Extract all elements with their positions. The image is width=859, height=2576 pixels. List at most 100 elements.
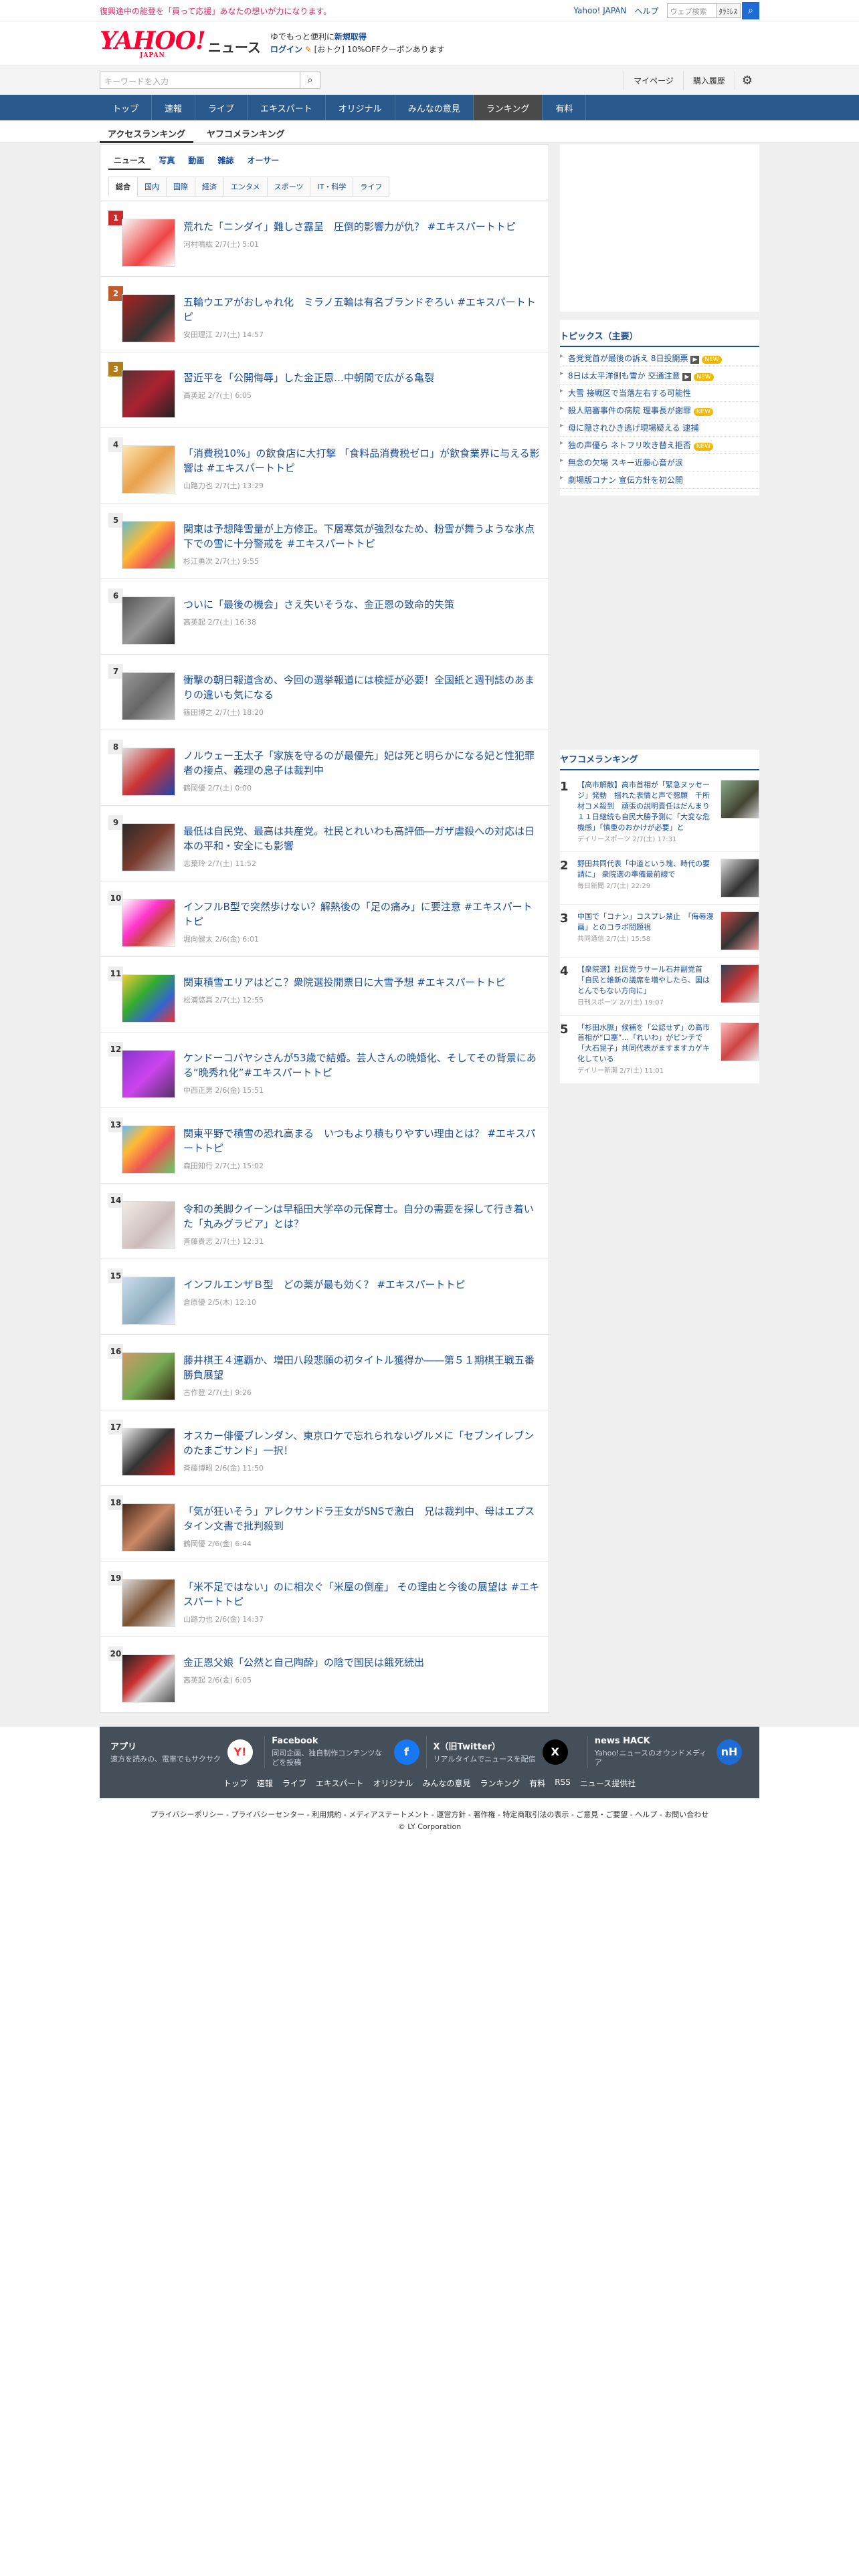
article-thumbnail[interactable] [122,219,175,267]
nav-item-0[interactable]: トップ [100,95,153,120]
footer-card-title[interactable]: X（旧Twitter） [434,1739,536,1752]
ranking-row[interactable]: 15 インフルエンザＢ型 どの薬が最も効く？ #エキスパートトピ 倉原優 2/5(木… [100,1259,549,1335]
gear-icon[interactable]: ⚙ [734,70,759,90]
topic-text[interactable]: 無念の欠場 スキー近藤心音が涙 [568,458,683,467]
topic-item[interactable]: 劇場版コナン 宣伝方針を初公開 [560,471,759,489]
article-thumbnail[interactable] [122,597,175,645]
article-title[interactable]: 関東は予想降雪量が上方修正。下層寒気が強烈なため、粉雪が舞うような氷点下での雪に… [183,522,541,552]
ranking-row[interactable]: 10 インフルB型で突然歩けない？解熱後の「足の痛み」に要注意 #エキスパートトピ… [100,881,549,957]
genre-tab-6[interactable]: IT・科学 [310,177,353,197]
topic-item[interactable]: 殺人陪審事件の病院 理事長が謝罪NEW [560,402,759,419]
article-title[interactable]: ノルウェー王太子「家族を守るのが最優先」妃は死と明らかになる妃と性犯罪者の接点、… [183,749,541,778]
article-title[interactable]: インフルB型で突然歩けない？解熱後の「足の痛み」に要注意 #エキスパートトピ [183,900,541,930]
content-tab-4[interactable]: オーサー [242,152,284,170]
footer-card[interactable]: X（旧Twitter） リアルタイムでニュースを配信 X [434,1736,588,1768]
tab-access-ranking[interactable]: アクセスランキング [100,120,193,143]
x-icon[interactable]: X [542,1739,568,1765]
topic-text[interactable]: 劇場版コナン 宣伝方針を初公開 [568,475,683,485]
comment-ranking-photo[interactable] [721,780,759,819]
nav-item-5[interactable]: みんなの意見 [395,95,474,120]
ranking-row[interactable]: 12 ケンドーコバヤシさんが53歳で結婚。芸人さんの晩婚化、そしてその背景にある“… [100,1033,549,1108]
footer-card-title[interactable]: Facebook [272,1736,387,1746]
article-thumbnail[interactable] [122,445,175,494]
ranking-row[interactable]: 7 衝撃の朝日報道含め、今回の選挙報道には検証が必要！全国紙と週刊誌のあまりの違い… [100,655,549,730]
footer-link[interactable]: エキスパート [316,1778,364,1789]
topic-item[interactable]: 独の声優ら ネトフリ吹き替え拒否NEW [560,437,759,454]
ranking-row[interactable]: 8 ノルウェー王太子「家族を守るのが最優先」妃は死と明らかになる妃と性犯罪者の接点… [100,730,549,806]
article-thumbnail[interactable] [122,748,175,796]
ranking-row[interactable]: 13 関東平野で積雪の恐れ高まる いつもより積もりやすい理由とは？ #エキスパート… [100,1108,549,1184]
article-title[interactable]: 令和の美脚クイーンは早稲田大学卒の元保育士。自分の需要を探して行き着いた「丸みグ… [183,1202,541,1232]
ranking-row[interactable]: 3 習近平を「公開侮辱」した金正恩…中朝間で広がる亀裂 高英起 2/7(土) 6:0… [100,352,549,428]
footer-link[interactable]: ランキング [480,1778,520,1789]
article-title[interactable]: 衝撃の朝日報道含め、今回の選挙報道には検証が必要！全国紙と週刊誌のあまりの違いも… [183,673,541,703]
genre-tab-7[interactable]: ライフ [353,177,390,197]
ranking-row[interactable]: 19 「米不足ではない」のに相次ぐ「米屋の倒産」 その理由と今後の展望は #エキス… [100,1562,549,1637]
article-title[interactable]: 「消費税10%」の飲食店に大打撃 「食料品消費税ゼロ」が飲食業界に与える影響は … [183,447,541,476]
footer-link[interactable]: 有料 [529,1778,545,1789]
ranking-row[interactable]: 16 藤井棋王４連覇か、増田八段悲願の初タイトル獲得か――第５１期棋王戦五番勝負展… [100,1335,549,1410]
footer-link[interactable]: トップ [223,1778,248,1789]
search-scope-select[interactable]: ﾀﾗﾐﾚｽ [716,3,741,18]
yahoo-japan-link[interactable]: Yahoo! JAPAN [573,6,626,15]
article-title[interactable]: 「米不足ではない」のに相次ぐ「米屋の倒産」 その理由と今後の展望は #エキスパー… [183,1580,541,1610]
ranking-row[interactable]: 1 荒れた「ニンダイ」難しさ露呈 圧倒的影響力が仇？ #エキスパートトピ 河村鳴紘 … [100,201,549,277]
ranking-row[interactable]: 9 最低は自民党、最高は共産党。社民とれいわも高評価―ガザ虐殺への対応は日本の平和… [100,806,549,881]
ranking-row[interactable]: 18 「気が狂いそう」アレクサンドラ王女がSNSで激白 兄は裁判中、母はエプスタイ… [100,1486,549,1562]
yahoo-app-icon[interactable]: Y! [227,1739,253,1765]
comment-ranking-title[interactable]: 「杉田水脈」候補を「公認せず」の高市首相が“口塞”…「れいわ」がピンチで「大石晃… [577,1023,715,1065]
legal-links[interactable]: プライバシーポリシー - プライバシーセンター - 利用規約 - メディアステー… [0,1798,859,1822]
article-thumbnail[interactable] [122,1654,175,1703]
article-thumbnail[interactable] [122,1428,175,1476]
article-thumbnail[interactable] [122,899,175,947]
article-thumbnail[interactable] [122,370,175,418]
article-title[interactable]: オスカー俳優ブレンダン、東京ロケで忘れられないグルメに「セブンイレブンのたまごサ… [183,1429,541,1459]
topic-text[interactable]: 8日は太平洋側も雪か 交通注意 [568,371,680,381]
genre-tab-1[interactable]: 国内 [137,177,166,197]
article-title[interactable]: 「気が狂いそう」アレクサンドラ王女がSNSで激白 兄は裁判中、母はエプスタイン文… [183,1505,541,1534]
newshack-icon[interactable]: nH [717,1739,742,1765]
footer-link[interactable]: ニュース提供社 [580,1778,636,1789]
footer-link[interactable]: RSS [555,1778,571,1789]
article-title[interactable]: ケンドーコバヤシさんが53歳で結婚。芸人さんの晩婚化、そしてその背景にある“晩秀… [183,1051,541,1081]
article-title[interactable]: 荒れた「ニンダイ」難しさ露呈 圧倒的影響力が仇？ #エキスパートトピ [183,220,541,235]
content-tab-3[interactable]: 雑誌 [212,152,239,170]
article-title[interactable]: 五輪ウエアがおしゃれ化 ミラノ五輪は有名ブランドぞろい #エキスパートトピ [183,296,541,325]
comment-ranking-photo[interactable] [721,964,759,1004]
comment-ranking-title[interactable]: 【衆院選】社民党ラサール石井副党首「自民と維新の議席を増やしたら、国はとんでもな… [577,964,715,996]
article-title[interactable]: 最低は自民党、最高は共産党。社民とれいわも高評価―ガザ虐殺への対応は日本の平和・… [183,825,541,854]
purchase-history-link[interactable]: 購入履歴 [682,70,735,90]
nav-item-7[interactable]: 有料 [543,95,587,120]
genre-tab-0[interactable]: 総合 [108,177,137,197]
article-title[interactable]: 習近平を「公開侮辱」した金正恩…中朝間で広がる亀裂 [183,371,541,386]
nav-item-1[interactable]: 速報 [152,95,196,120]
footer-link[interactable]: みんなの意見 [423,1778,471,1789]
topic-item[interactable]: 各党党首が最後の訴え 8日投開票▶NEW [560,350,759,367]
comment-ranking-row[interactable]: 5 「杉田水脈」候補を「公認せず」の高市首相が“口塞”…「れいわ」がピンチで「大石… [560,1016,759,1084]
comment-ranking-title[interactable]: 中国で「コナン」コスプレ禁止 「侮辱漫画」とのコラボ問題視 [577,911,715,933]
article-title[interactable]: インフルエンザＢ型 どの薬が最も効く？ #エキスパートトピ [183,1278,541,1293]
nav-item-6[interactable]: ランキング [473,95,543,120]
nav-item-2[interactable]: ライブ [195,95,248,120]
footer-card-title[interactable]: news HACK [595,1736,710,1746]
article-title[interactable]: 関東平野で積雪の恐れ高まる いつもより積もりやすい理由とは？ #エキスパートトピ [183,1127,541,1156]
ranking-row[interactable]: 6 ついに「最後の機会」さえ失いそうな、金正恩の致命的失策 高英起 2/7(土) 1… [100,579,549,655]
topic-item[interactable]: 大雪 接戦区で当落左右する可能性 [560,385,759,402]
ranking-row[interactable]: 4 「消費税10%」の飲食店に大打撃 「食料品消費税ゼロ」が飲食業界に与える影響は… [100,428,549,504]
nav-item-4[interactable]: オリジナル [326,95,395,120]
article-thumbnail[interactable] [122,1277,175,1325]
article-thumbnail[interactable] [122,823,175,871]
tab-comment-ranking[interactable]: ヤフコメランキング [199,120,293,143]
footer-card[interactable]: アプリ 速方を読みの、電車でもサクサク Y! [110,1736,266,1768]
login-link[interactable]: ログイン [270,45,302,54]
ranking-row[interactable]: 5 関東は予想降雪量が上方修正。下層寒気が強烈なため、粉雪が舞うような氷点下での雪… [100,504,549,579]
article-title[interactable]: 藤井棋王４連覇か、増田八段悲願の初タイトル獲得か――第５１期棋王戦五番勝負展望 [183,1354,541,1383]
topic-item[interactable]: 8日は太平洋側も雪か 交通注意▶NEW [560,367,759,385]
topic-text[interactable]: 母に隠されひき逃げ現場疑える 逮捕 [568,423,698,433]
content-tab-1[interactable]: 写真 [153,152,180,170]
footer-card-title[interactable]: アプリ [110,1739,221,1752]
article-thumbnail[interactable] [122,1050,175,1098]
content-tab-0[interactable]: ニュース [108,152,151,170]
topic-text[interactable]: 大雪 接戦区で当落左右する可能性 [568,389,691,398]
comment-ranking-title[interactable]: 野田共同代表「中道という塊、時代の要請に」 衆院選の準備最前線で [577,859,715,880]
